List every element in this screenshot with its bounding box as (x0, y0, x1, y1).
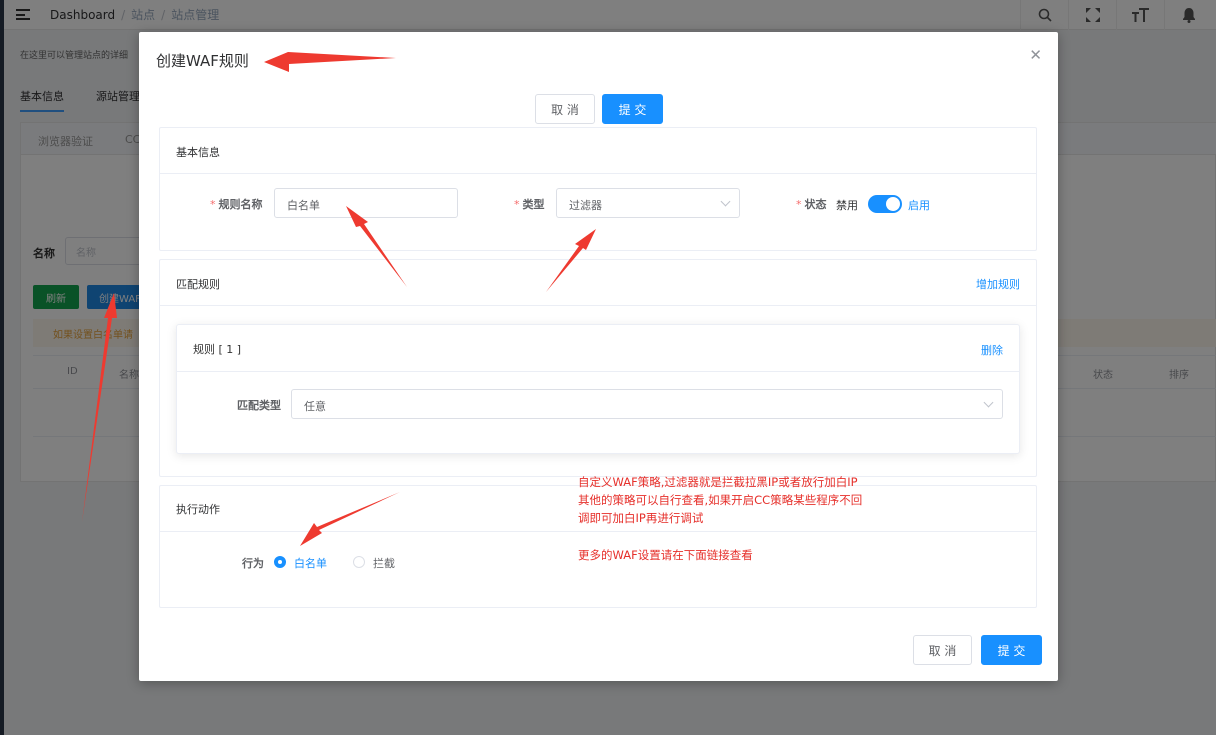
chevron-down-icon (720, 196, 731, 207)
status-on-label: 启用 (908, 199, 930, 212)
type-select[interactable]: 过滤器 (556, 188, 740, 218)
close-icon[interactable]: ✕ (1029, 46, 1042, 64)
basic-info-card: 基本信息 * 规则名称 白名单 * 类型 过滤器 * 状态 禁用 启用 (159, 127, 1037, 251)
radio-block[interactable] (353, 556, 365, 568)
delete-rule-link[interactable]: 删除 (981, 342, 1003, 358)
basic-info-title: 基本信息 (176, 146, 220, 159)
radio-block-label[interactable]: 拦截 (373, 555, 395, 571)
status-toggle[interactable] (868, 195, 902, 213)
annotation-more: 更多的WAF设置请在下面链接查看 (578, 548, 753, 562)
match-type-label: 匹配类型 (237, 399, 281, 412)
create-waf-rule-dialog: 创建WAF规则 ✕ 取 消 提 交 基本信息 * 规则名称 白名单 * 类型 过滤器… (139, 32, 1058, 681)
status-off-label: 禁用 (836, 199, 858, 212)
annotation-text: 自定义WAF策略,过滤器就是拦截拉黑IP或者放行加白IP 其他的策略可以自行查看… (578, 475, 863, 525)
match-type-select[interactable]: 任意 (291, 389, 1003, 419)
radio-whitelist[interactable] (274, 556, 286, 568)
type-label: * 类型 (514, 198, 545, 211)
status-label: * 状态 (796, 198, 827, 211)
cancel-button-bottom[interactable]: 取 消 (913, 635, 972, 665)
submit-button-top[interactable]: 提 交 (602, 94, 663, 124)
rule-item: 规则 [ 1 ] 删除 匹配类型 任意 (176, 324, 1020, 454)
dialog-title: 创建WAF规则 (156, 52, 249, 70)
behavior-label: 行为 (242, 557, 264, 570)
submit-button-bottom[interactable]: 提 交 (981, 635, 1042, 665)
add-rule-link[interactable]: 增加规则 (976, 276, 1020, 292)
chevron-down-icon (983, 397, 994, 408)
match-rules-card: 匹配规则 增加规则 规则 [ 1 ] 删除 匹配类型 任意 (159, 259, 1037, 477)
radio-whitelist-label[interactable]: 白名单 (294, 555, 327, 571)
match-rules-title: 匹配规则 (176, 278, 220, 291)
rule-name-input[interactable]: 白名单 (274, 188, 458, 218)
action-title: 执行动作 (176, 503, 220, 516)
rule-name-label: * 规则名称 (210, 198, 263, 211)
rule-item-title: 规则 [ 1 ] (193, 343, 242, 356)
cancel-button-top[interactable]: 取 消 (535, 94, 595, 124)
